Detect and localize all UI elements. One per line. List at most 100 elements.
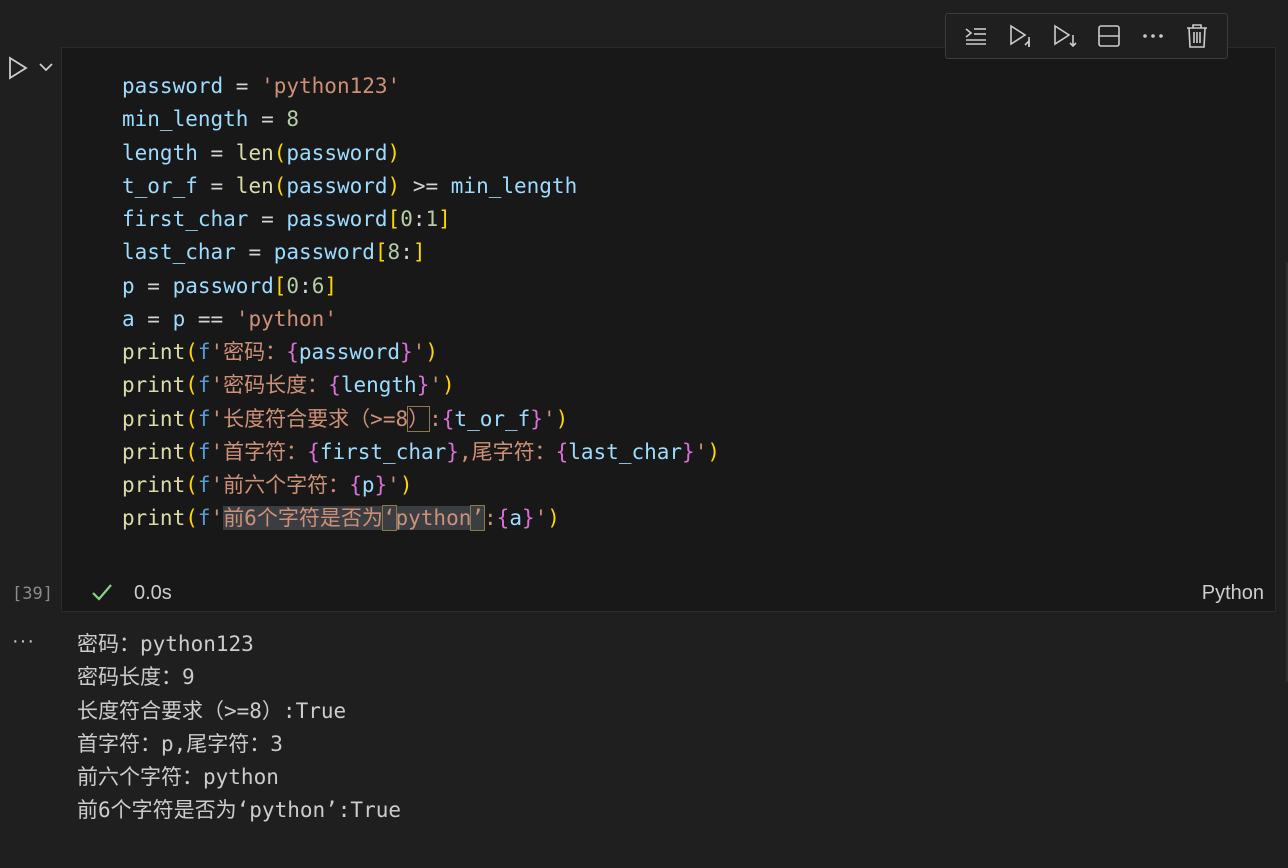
- code-token: (: [185, 406, 198, 431]
- execution-time: 0.0s: [134, 582, 172, 604]
- code-token: first_char: [122, 207, 249, 231]
- check-icon: [92, 584, 112, 601]
- code-token: p: [122, 273, 135, 298]
- code-token: print: [122, 506, 186, 531]
- code-line[interactable]: first_char = password[0:1]: [122, 203, 720, 236]
- code-token: min_length: [450, 173, 578, 198]
- output-line: 长度符合要求（>=8）:True: [77, 698, 347, 723]
- code-token: f: [197, 473, 211, 497]
- code-line[interactable]: a = p == 'python': [122, 303, 720, 336]
- code-line[interactable]: last_char = password[8:]: [122, 236, 720, 269]
- code-token: {: [328, 373, 341, 398]
- language-selector[interactable]: Python: [1202, 582, 1264, 605]
- code-token: 前6个字符是否为: [223, 506, 383, 531]
- code-token: ’: [470, 505, 485, 532]
- code-token: last_char: [122, 240, 236, 265]
- code-token: 6: [311, 273, 325, 298]
- code-token: ）: [407, 405, 431, 432]
- code-token: :: [484, 506, 497, 531]
- code-token: ]: [412, 240, 426, 265]
- code-token: ): [547, 506, 560, 531]
- code-token: '首字符：: [210, 439, 308, 464]
- code-token: f: [197, 406, 211, 431]
- code-token: t_or_f: [454, 406, 531, 431]
- code-token: length: [340, 373, 417, 398]
- code-token: }: [416, 373, 430, 398]
- code-token: python: [395, 506, 472, 531]
- code-token: =: [235, 240, 274, 265]
- code-token: '长度符合要求（>=8: [210, 406, 409, 431]
- code-token: f: [197, 439, 211, 464]
- code-line[interactable]: t_or_f = len(password) >= min_length: [122, 170, 720, 203]
- code-token: t_or_f: [122, 173, 198, 198]
- code-token: ): [387, 173, 401, 198]
- code-token: =: [134, 306, 173, 331]
- code-line[interactable]: length = len(password): [122, 137, 720, 170]
- play-icon: [9, 56, 28, 80]
- run-by-line-icon[interactable]: [1004, 20, 1036, 52]
- code-token: '密码：: [210, 340, 287, 364]
- code-line[interactable]: p = password[0:6]: [122, 270, 720, 303]
- code-token: 8: [286, 107, 300, 132]
- code-token: p: [172, 306, 186, 331]
- code-line[interactable]: print(f'前六个字符：{p}'): [122, 469, 720, 502]
- code-token: password: [286, 140, 388, 165]
- code-token: }: [374, 473, 388, 497]
- output-line: 密码长度：9: [77, 665, 195, 690]
- code-token: password: [273, 240, 375, 265]
- code-token: ': [210, 506, 224, 531]
- cell-output: 密码：python123 密码长度：9 长度符合要求（>=8）:True 首字符：p,…: [77, 628, 401, 828]
- code-token: [: [273, 273, 287, 298]
- code-editor[interactable]: password = 'python123' min_length = 8 leng…: [122, 70, 720, 536]
- code-token: password: [298, 340, 400, 364]
- execute-above-icon[interactable]: [960, 20, 992, 52]
- code-token: }: [530, 406, 543, 431]
- run-cell-button[interactable]: [6, 55, 30, 81]
- code-token: :: [429, 406, 442, 431]
- code-line[interactable]: print(f'首字符：{first_char},尾字符：{last_char}…: [122, 436, 720, 469]
- execution-count: [39]: [12, 584, 53, 604]
- code-token: 'python': [235, 306, 337, 331]
- code-token: ,尾字符：: [458, 439, 556, 464]
- code-token: min_length: [122, 107, 249, 132]
- code-token: print: [122, 439, 186, 464]
- code-token: a: [122, 306, 135, 331]
- code-line[interactable]: min_length = 8: [122, 103, 720, 136]
- code-token: (: [185, 506, 198, 531]
- code-line[interactable]: print(f'前6个字符是否为‘python’:{a}'): [122, 502, 720, 535]
- output-line: 前六个字符：python: [77, 765, 279, 789]
- code-token: {: [555, 439, 569, 464]
- run-options-dropdown[interactable]: [36, 57, 56, 77]
- code-token: password: [172, 273, 274, 298]
- output-line: 密码：python123: [77, 632, 254, 656]
- code-token: (: [273, 173, 287, 198]
- code-token: len: [235, 173, 274, 198]
- code-token: ‘: [381, 505, 397, 532]
- code-token: ': [542, 406, 556, 431]
- code-token: {: [307, 439, 320, 464]
- code-token: ]: [438, 207, 451, 231]
- code-line[interactable]: print(f'密码：{password}'): [122, 336, 720, 369]
- code-token: ': [412, 340, 426, 364]
- code-cell[interactable]: password = 'python123' min_length = 8 leng…: [61, 47, 1276, 612]
- delete-cell-icon[interactable]: [1181, 20, 1213, 52]
- code-token: password: [286, 173, 388, 198]
- code-line[interactable]: print(f'密码长度：{length}'): [122, 369, 720, 402]
- code-token: }: [682, 439, 695, 464]
- code-token: print: [122, 473, 186, 497]
- code-token: =: [197, 173, 236, 198]
- code-token: ): [387, 140, 401, 165]
- code-line[interactable]: print(f'长度符合要求（>=8）:{t_or_f}'): [122, 403, 720, 436]
- code-token: '密码长度：: [210, 373, 329, 398]
- code-token: password: [286, 207, 388, 231]
- code-token: ): [442, 373, 455, 398]
- code-token: {: [496, 506, 510, 531]
- more-icon[interactable]: [1137, 20, 1169, 52]
- run-below-icon[interactable]: [1048, 20, 1080, 52]
- code-line[interactable]: password = 'python123': [122, 70, 720, 103]
- split-cell-icon[interactable]: [1093, 20, 1125, 52]
- code-token: '前六个字符：: [210, 473, 350, 497]
- code-token: {: [349, 473, 362, 497]
- code-token: ': [387, 473, 400, 497]
- output-more-button[interactable]: ···: [12, 630, 35, 653]
